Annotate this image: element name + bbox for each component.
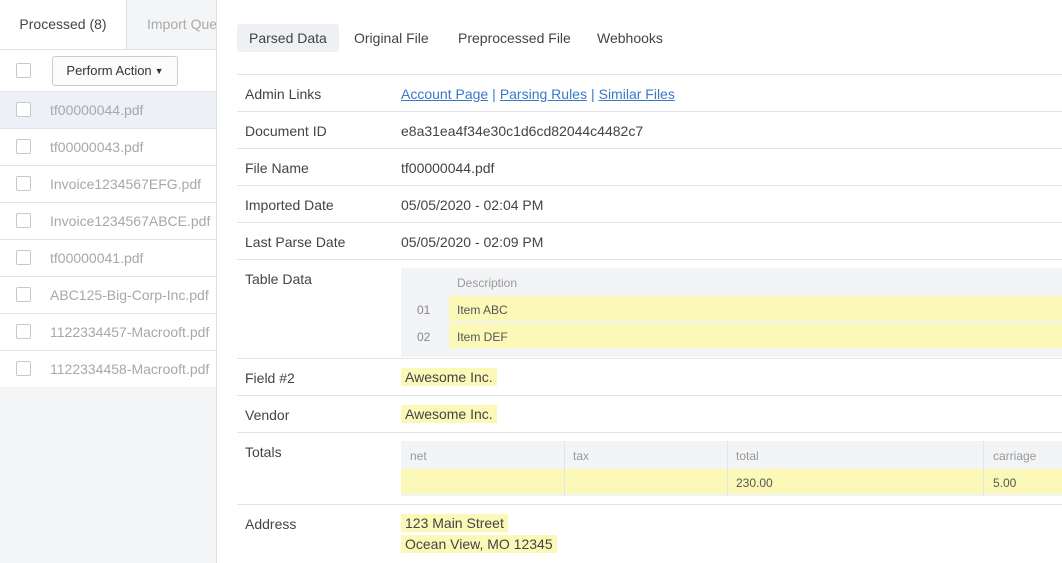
file-name: tf00000043.pdf — [50, 139, 144, 155]
imported-date-label: Imported Date — [245, 197, 334, 213]
address-row: Address 123 Main Street Ocean View, MO 1… — [237, 504, 1062, 563]
table-row-description: Item ABC — [457, 303, 508, 317]
file-name: 1122334457-Macrooft.pdf — [50, 324, 210, 340]
parsing-rules-link[interactable]: Parsing Rules — [500, 86, 587, 102]
document-id-row: Document ID e8a31ea4f34e30c1d6cd82044c44… — [237, 111, 1062, 149]
column-divider — [564, 441, 565, 496]
file-name-label: File Name — [245, 160, 309, 176]
vendor-value: Awesome Inc. — [401, 405, 497, 423]
field2-text: Awesome Inc. — [401, 368, 497, 386]
totals-header-carriage: carriage — [993, 449, 1037, 463]
tab-processed[interactable]: Processed (8) — [0, 0, 127, 49]
perform-action-button[interactable]: Perform Action ▼ — [52, 56, 178, 86]
row-checkbox[interactable] — [16, 287, 31, 302]
vendor-label: Vendor — [245, 407, 290, 423]
row-checkbox[interactable] — [16, 176, 31, 191]
file-row[interactable]: Invoice1234567EFG.pdf — [0, 166, 216, 203]
admin-links: Account Page | Parsing Rules | Similar Files — [401, 86, 675, 102]
bulk-action-bar: Perform Action ▼ — [0, 50, 216, 92]
totals-header-total: total — [736, 449, 759, 463]
totals-value-total: 230.00 — [736, 476, 773, 490]
last-parse-date-row: Last Parse Date 05/05/2020 - 02:09 PM — [237, 222, 1062, 260]
file-row[interactable]: tf00000044.pdf — [0, 92, 216, 129]
file-name: Invoice1234567EFG.pdf — [50, 176, 201, 192]
row-checkbox[interactable] — [16, 139, 31, 154]
totals-row: Totals net tax total carriage 230.00 5.0… — [237, 432, 1062, 505]
select-all-checkbox[interactable] — [16, 63, 31, 78]
column-divider — [727, 441, 728, 496]
field2-label: Field #2 — [245, 370, 295, 386]
file-row[interactable]: 1122334457-Macrooft.pdf — [0, 314, 216, 351]
tab-parsed-data[interactable]: Parsed Data — [237, 24, 339, 52]
similar-files-link[interactable]: Similar Files — [599, 86, 675, 102]
imported-date-row: Imported Date 05/05/2020 - 02:04 PM — [237, 185, 1062, 223]
perform-action-label: Perform Action — [66, 63, 152, 78]
file-name-row: File Name tf00000044.pdf — [237, 148, 1062, 186]
file-name-value: tf00000044.pdf — [401, 160, 495, 176]
file-name: 1122334458-Macrooft.pdf — [50, 361, 210, 377]
table-data-label: Table Data — [245, 271, 312, 287]
file-row[interactable]: ABC125-Big-Corp-Inc.pdf — [0, 277, 216, 314]
table-row-number: 02 — [417, 330, 431, 344]
document-id-label: Document ID — [245, 123, 327, 139]
vendor-row: Vendor Awesome Inc. — [237, 395, 1062, 433]
file-row[interactable]: 1122334458-Macrooft.pdf — [0, 351, 216, 387]
document-detail-pane: Parsed Data Original File Preprocessed F… — [217, 0, 1062, 563]
file-list-pane: Processed (8) Import Queue Perform Actio… — [0, 0, 217, 563]
last-parse-date-value: 05/05/2020 - 02:09 PM — [401, 234, 544, 250]
totals-value-carriage: 5.00 — [993, 476, 1017, 490]
column-divider — [983, 441, 984, 496]
table-data-row: Table Data Description 01 Item ABC 02 It… — [237, 259, 1062, 359]
totals-header-tax: tax — [573, 449, 590, 463]
row-checkbox[interactable] — [16, 102, 31, 117]
link-separator: | — [590, 86, 595, 102]
vendor-text: Awesome Inc. — [401, 405, 497, 423]
imported-date-value: 05/05/2020 - 02:04 PM — [401, 197, 544, 213]
file-list-tabs: Processed (8) Import Queue — [0, 0, 216, 50]
row-checkbox[interactable] — [16, 213, 31, 228]
totals-header-net: net — [410, 449, 427, 463]
caret-down-icon: ▼ — [154, 66, 164, 76]
totals-values-highlight — [401, 469, 1062, 494]
field2-row: Field #2 Awesome Inc. — [237, 358, 1062, 396]
tab-webhooks[interactable]: Webhooks — [597, 24, 663, 52]
row-checkbox[interactable] — [16, 324, 31, 339]
tab-preprocessed-file[interactable]: Preprocessed File — [458, 24, 571, 52]
address-line-2: Ocean View, MO 12345 — [401, 535, 557, 553]
link-separator: | — [492, 86, 496, 102]
table-row-highlight — [449, 296, 1062, 321]
admin-links-label: Admin Links — [245, 86, 322, 102]
address-line-1-text: 123 Main Street — [401, 514, 508, 532]
file-row[interactable]: Invoice1234567ABCE.pdf — [0, 203, 216, 240]
file-name: ABC125-Big-Corp-Inc.pdf — [50, 287, 209, 303]
table-row-number: 01 — [417, 303, 431, 317]
table-header-description: Description — [457, 276, 518, 290]
field2-value: Awesome Inc. — [401, 368, 497, 386]
admin-links-row: Admin Links Account Page | Parsing Rules | S… — [237, 74, 1062, 112]
last-parse-date-label: Last Parse Date — [245, 234, 346, 250]
row-checkbox[interactable] — [16, 361, 31, 376]
row-checkbox[interactable] — [16, 250, 31, 265]
file-name: tf00000044.pdf — [50, 102, 144, 118]
table-row-highlight — [449, 323, 1062, 348]
account-page-link[interactable]: Account Page — [401, 86, 488, 102]
address-line-1: 123 Main Street — [401, 514, 508, 532]
file-row[interactable]: tf00000043.pdf — [0, 129, 216, 166]
address-line-2-text: Ocean View, MO 12345 — [401, 535, 557, 553]
table-row-description: Item DEF — [457, 330, 508, 344]
tab-import-queue[interactable]: Import Queue — [147, 0, 216, 49]
address-label: Address — [245, 516, 297, 532]
file-name: tf00000041.pdf — [50, 250, 144, 266]
tab-original-file[interactable]: Original File — [354, 24, 429, 52]
totals-label: Totals — [245, 444, 282, 460]
document-id-value: e8a31ea4f34e30c1d6cd82044c4482c7 — [401, 123, 644, 139]
file-name: Invoice1234567ABCE.pdf — [50, 213, 211, 229]
file-row[interactable]: tf00000041.pdf — [0, 240, 216, 277]
